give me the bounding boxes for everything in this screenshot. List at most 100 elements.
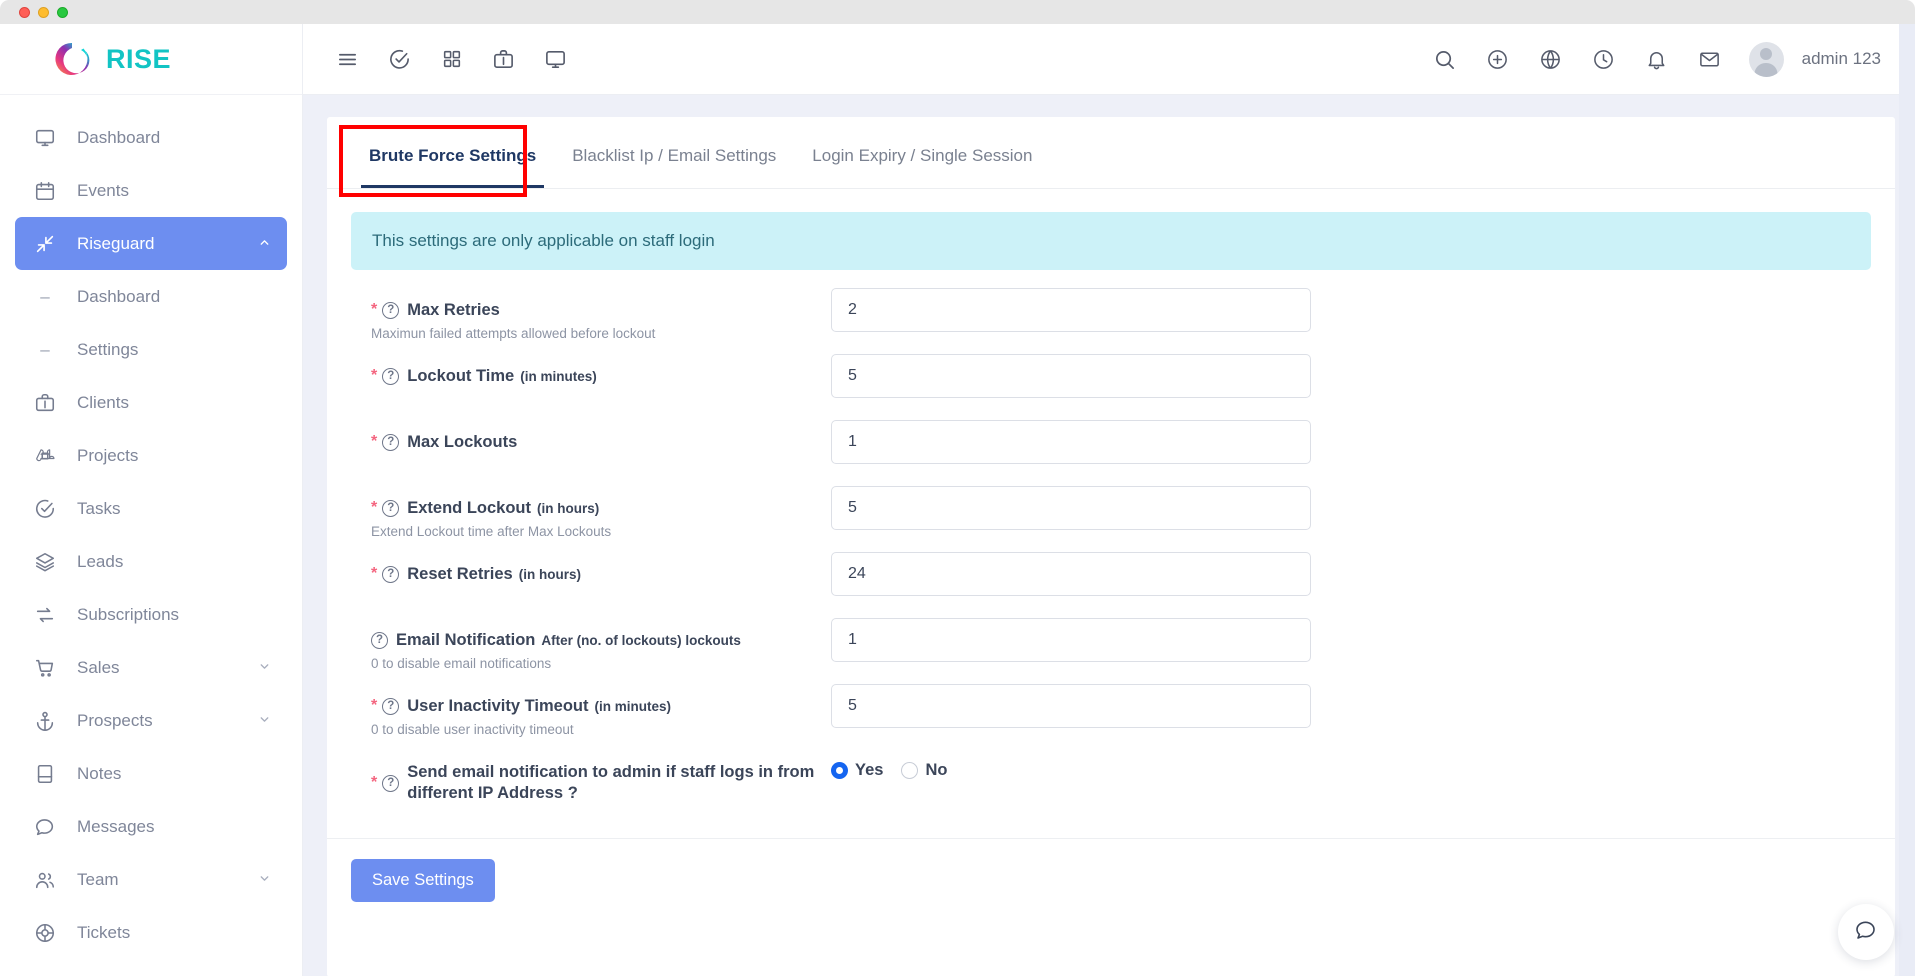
monitor-icon[interactable] xyxy=(542,46,569,73)
question-circle-icon[interactable]: ? xyxy=(382,302,399,319)
brand-logo[interactable]: RISE xyxy=(0,24,302,95)
question-circle-icon[interactable]: ? xyxy=(371,632,388,649)
avatar[interactable] xyxy=(1749,42,1784,77)
question-circle-icon[interactable]: ? xyxy=(382,434,399,451)
field-label-group: * ? Max Lockouts xyxy=(351,420,831,453)
question-circle-icon[interactable]: ? xyxy=(382,500,399,517)
check-circle-icon[interactable] xyxy=(386,46,413,73)
sidebar-subitem-dashboard[interactable]: – Dashboard xyxy=(15,270,287,323)
sidebar-item-riseguard[interactable]: Riseguard xyxy=(15,217,287,270)
tab-brute-force-settings[interactable]: Brute Force Settings xyxy=(351,146,554,188)
save-settings-button[interactable]: Save Settings xyxy=(351,859,495,902)
sidebar-item-label: Events xyxy=(77,181,129,201)
cart-icon xyxy=(32,655,58,681)
field-label: Lockout Time xyxy=(407,366,514,387)
minimize-window-button[interactable] xyxy=(38,7,49,18)
chat-fab-button[interactable] xyxy=(1838,904,1894,960)
sidebar-item-events[interactable]: Events xyxy=(15,164,287,217)
reset-retries-input[interactable] xyxy=(831,552,1311,596)
field-label-group: * ? Max Retries Maximun failed attempts … xyxy=(351,288,831,341)
sidebar-item-projects[interactable]: Projects xyxy=(15,429,287,482)
field-row-reset-retries: * ? Reset Retries (in hours) xyxy=(351,552,1871,618)
field-input-group xyxy=(831,288,1311,332)
search-icon[interactable] xyxy=(1431,46,1458,73)
field-input-group xyxy=(831,618,1311,662)
sidebar-item-label: Prospects xyxy=(77,711,153,731)
check-circle-icon xyxy=(32,496,58,522)
max-retries-input[interactable] xyxy=(831,288,1311,332)
radio-option-yes[interactable]: Yes xyxy=(831,761,893,780)
scrollbar-track[interactable] xyxy=(1899,24,1915,976)
sidebar-item-label: Projects xyxy=(77,446,138,466)
chevron-up-icon xyxy=(258,234,271,254)
sidebar-item-sales[interactable]: Sales xyxy=(15,641,287,694)
field-input-group xyxy=(831,552,1311,596)
field-input-group xyxy=(831,354,1311,398)
required-asterisk: * xyxy=(371,366,377,387)
user-name[interactable]: admin 123 xyxy=(1802,49,1881,69)
field-label-group: * ? User Inactivity Timeout (in minutes)… xyxy=(351,684,831,737)
sidebar-item-notes[interactable]: Notes xyxy=(15,747,287,800)
sidebar-item-label: Dashboard xyxy=(77,128,160,148)
field-input-group xyxy=(831,420,1311,464)
user-inactivity-timeout-input[interactable] xyxy=(831,684,1311,728)
plus-circle-icon[interactable] xyxy=(1484,46,1511,73)
refresh-icon xyxy=(32,602,58,628)
field-input-group xyxy=(831,486,1311,530)
clock-icon[interactable] xyxy=(1590,46,1617,73)
tab-label: Brute Force Settings xyxy=(369,146,536,165)
sidebar-subitem-label: Dashboard xyxy=(77,287,160,307)
radio-option-no[interactable]: No xyxy=(901,761,957,780)
users-icon xyxy=(32,867,58,893)
brute-force-settings-form: * ? Max Retries Maximun failed attempts … xyxy=(327,270,1895,816)
sidebar-item-tickets[interactable]: Tickets xyxy=(15,906,287,959)
field-row-user-inactivity-timeout: * ? User Inactivity Timeout (in minutes)… xyxy=(351,684,1871,750)
topbar-right-icons: admin 123 xyxy=(1431,42,1915,77)
field-label-suffix: (in hours) xyxy=(537,500,599,518)
field-input-group xyxy=(831,684,1311,728)
field-label-suffix: After (no. of lockouts) lockouts xyxy=(541,632,741,650)
sidebar-item-messages[interactable]: Messages xyxy=(15,800,287,853)
radio-indicator-no[interactable] xyxy=(901,762,918,779)
tab-login-expiry-single-session[interactable]: Login Expiry / Single Session xyxy=(794,146,1050,188)
maximize-window-button[interactable] xyxy=(57,7,68,18)
field-label: Max Lockouts xyxy=(407,432,517,453)
sidebar-item-subscriptions[interactable]: Subscriptions xyxy=(15,588,287,641)
question-circle-icon[interactable]: ? xyxy=(382,368,399,385)
question-circle-icon[interactable]: ? xyxy=(382,698,399,715)
sidebar-item-label: Subscriptions xyxy=(77,605,179,625)
field-label: User Inactivity Timeout xyxy=(407,696,588,717)
sidebar-item-team[interactable]: Team xyxy=(15,853,287,906)
email-notification-input[interactable] xyxy=(831,618,1311,662)
sidebar-item-leads[interactable]: Leads xyxy=(15,535,287,588)
grid-apps-icon[interactable] xyxy=(438,46,465,73)
question-circle-icon[interactable]: ? xyxy=(382,566,399,583)
sidebar-item-clients[interactable]: Clients xyxy=(15,376,287,429)
app-shell: RISE Dashboard Events xyxy=(0,24,1915,976)
briefcase-icon[interactable] xyxy=(490,46,517,73)
sidebar-item-prospects[interactable]: Prospects xyxy=(15,694,287,747)
field-label-suffix: (in minutes) xyxy=(595,698,672,716)
sidebar-subitem-settings[interactable]: – Settings xyxy=(15,323,287,376)
radio-indicator-yes[interactable] xyxy=(831,762,848,779)
question-circle-icon[interactable]: ? xyxy=(382,775,399,792)
radio-label-no: No xyxy=(925,761,947,780)
globe-icon[interactable] xyxy=(1537,46,1564,73)
close-window-button[interactable] xyxy=(19,7,30,18)
sidebar-item-tasks[interactable]: Tasks xyxy=(15,482,287,535)
field-label: Reset Retries xyxy=(407,564,512,585)
lockout-time-input[interactable] xyxy=(831,354,1311,398)
max-lockouts-input[interactable] xyxy=(831,420,1311,464)
tab-blacklist-ip-email-settings[interactable]: Blacklist Ip / Email Settings xyxy=(554,146,794,188)
field-row-extend-lockout: * ? Extend Lockout (in hours) Extend Loc… xyxy=(351,486,1871,552)
bell-icon[interactable] xyxy=(1643,46,1670,73)
sidebar-item-dashboard[interactable]: Dashboard xyxy=(15,111,287,164)
hamburger-menu-icon[interactable] xyxy=(334,46,361,73)
topbar-left-icons xyxy=(303,46,569,73)
dash-icon: – xyxy=(32,287,58,307)
extend-lockout-input[interactable] xyxy=(831,486,1311,530)
required-asterisk: * xyxy=(371,773,377,794)
settings-card: Brute Force Settings Blacklist Ip / Emai… xyxy=(327,117,1895,976)
mail-icon[interactable] xyxy=(1696,46,1723,73)
dash-icon: – xyxy=(32,340,58,360)
